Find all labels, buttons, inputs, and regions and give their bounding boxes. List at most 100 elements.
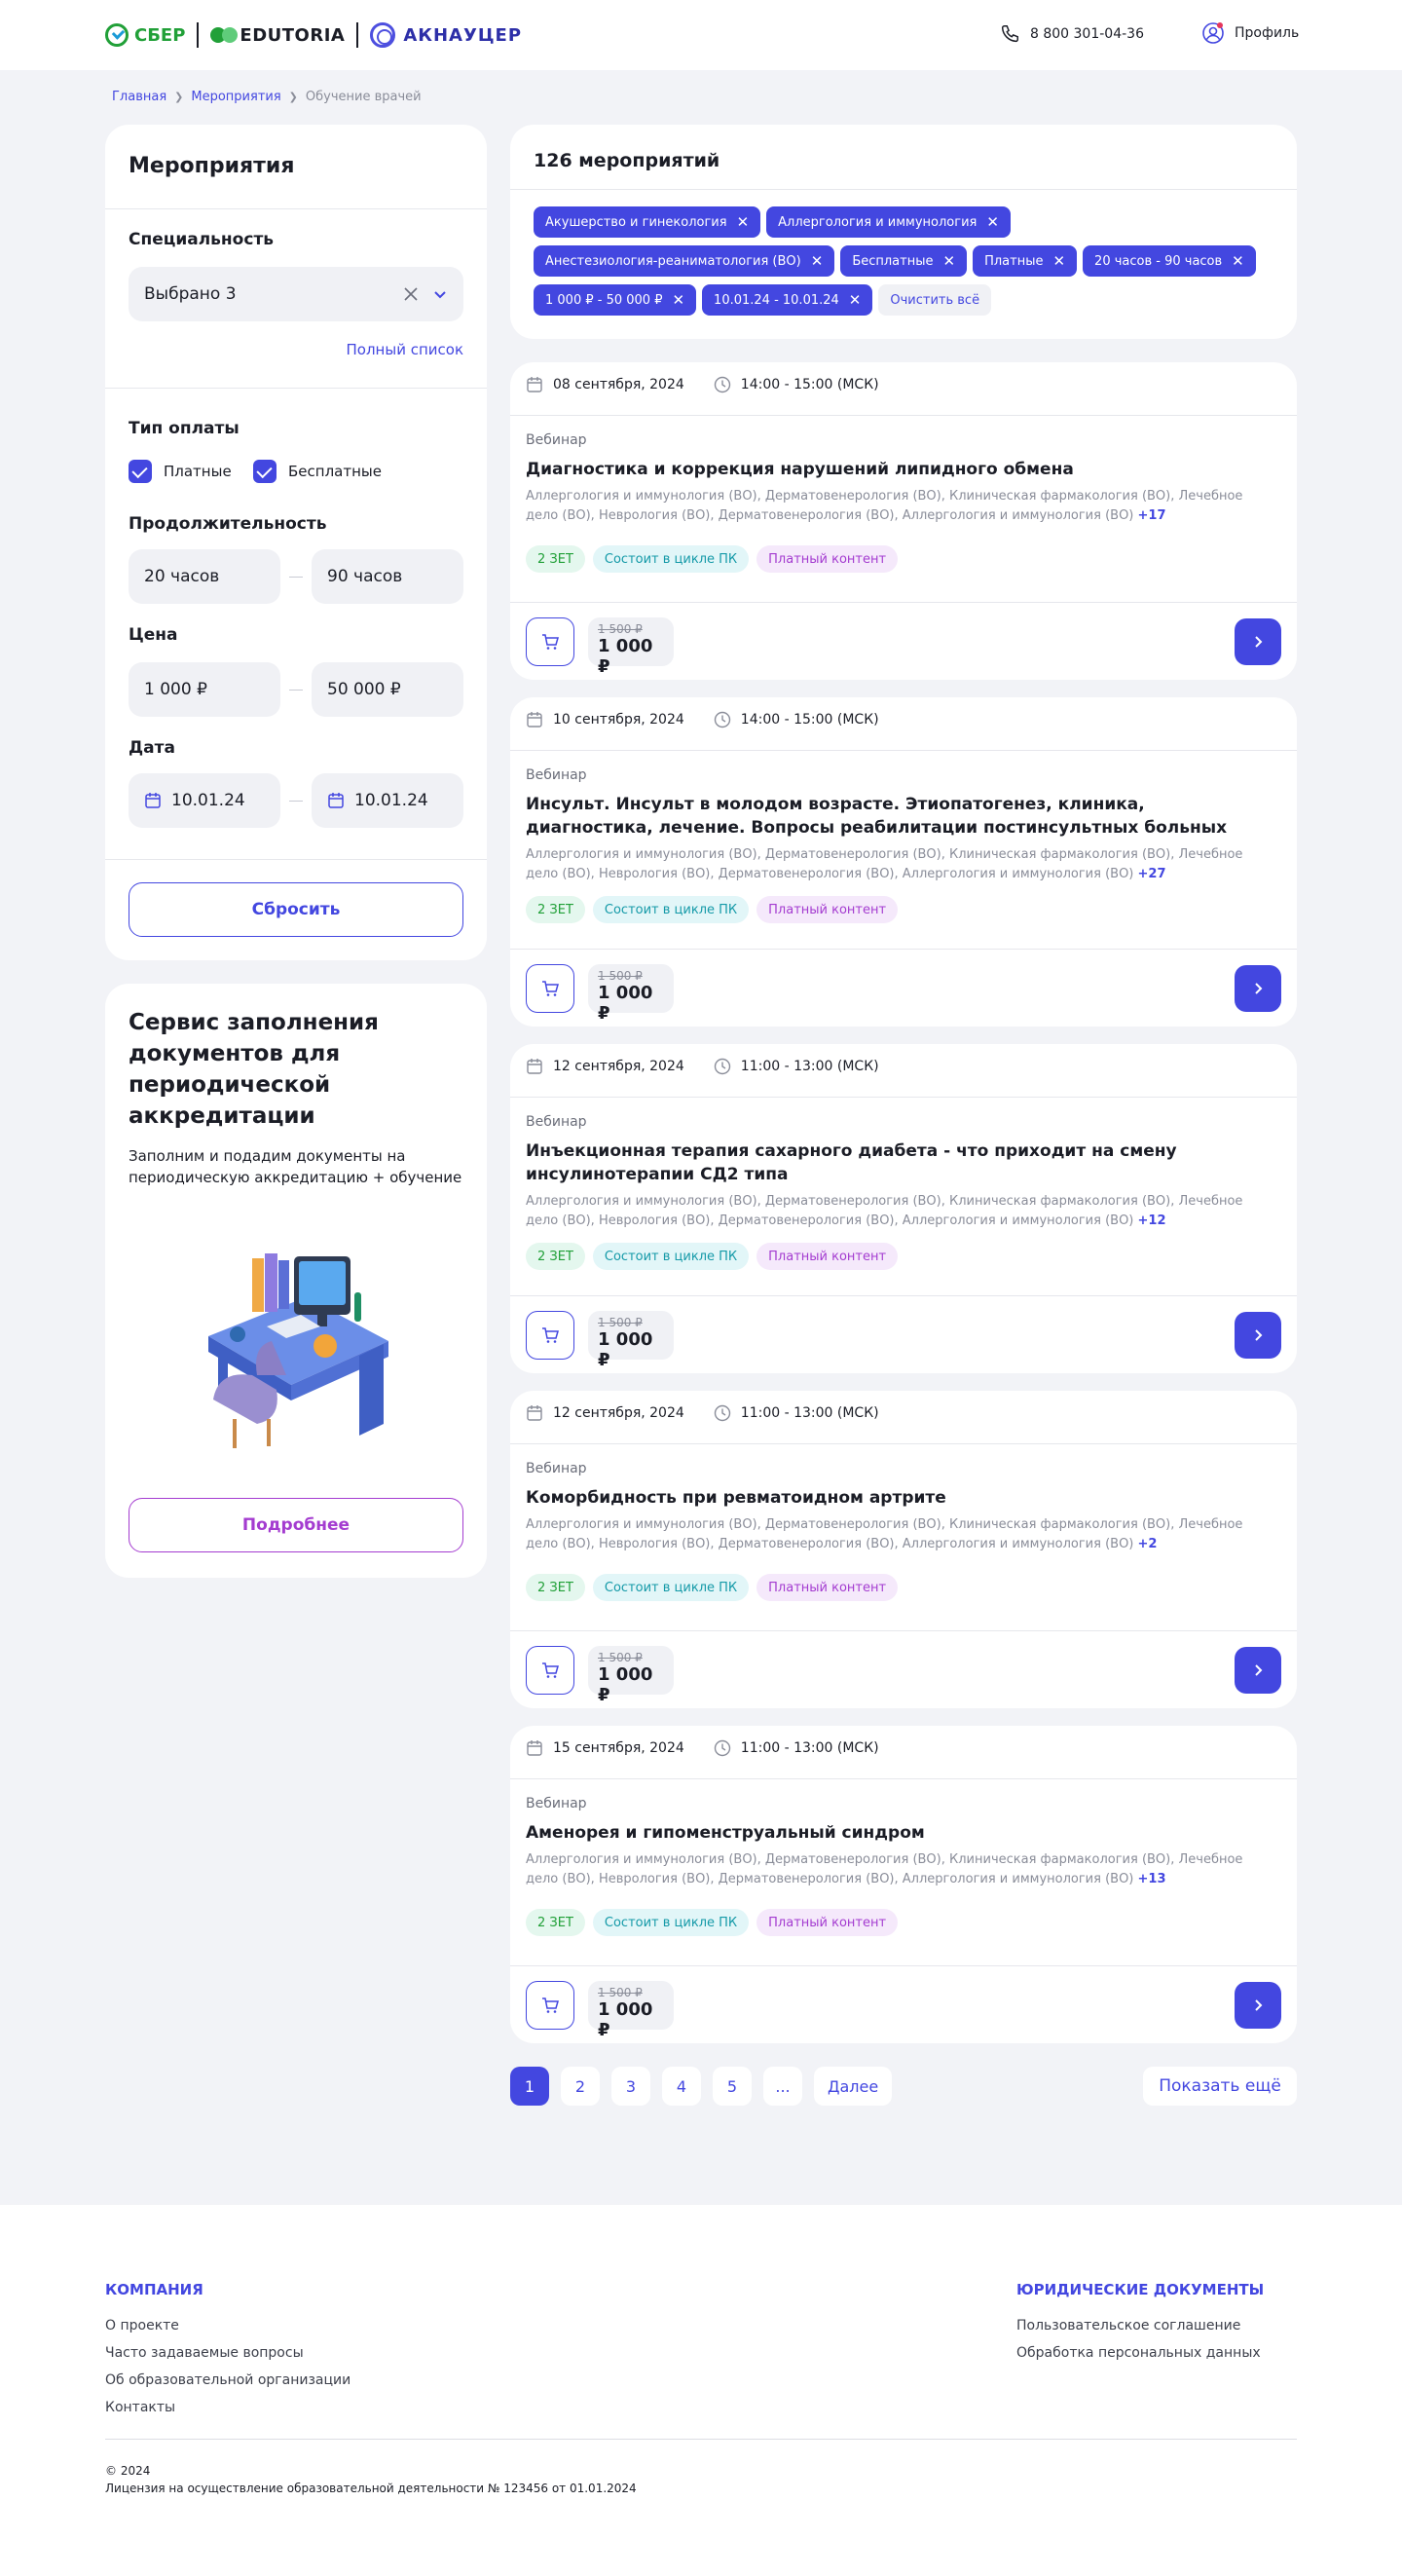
event-title[interactable]: Коморбидность при ревматоидном артрите (526, 1486, 1275, 1510)
footer-link[interactable]: Пользовательское соглашение (1016, 2318, 1240, 2333)
aknaucer-logo[interactable]: АКНАУЦЕР (370, 22, 522, 48)
cycle-tag: Состоит в цикле ПК (592, 1243, 750, 1270)
footer-link[interactable]: Контакты (105, 2400, 175, 2415)
close-icon[interactable]: ✕ (1232, 253, 1244, 269)
filter-chip[interactable]: Анестезиология-реаниматология (ВО) ✕ (534, 245, 835, 277)
close-icon[interactable]: ✕ (811, 253, 824, 269)
event-card[interactable]: 12 сентября, 2024 11:00 - 13:00 (МСК) Веби… (510, 1391, 1297, 1708)
range-dash (289, 577, 303, 578)
page-button[interactable]: 3 (611, 2067, 650, 2106)
date-to-input[interactable]: 10.01.24 (312, 773, 463, 828)
checkbox-checked-icon (129, 460, 152, 483)
price-from-input[interactable]: 1 000 ₽ (129, 662, 280, 717)
open-event-button[interactable] (1235, 1312, 1281, 1359)
paid-content-tag: Платный контент (756, 1909, 899, 1936)
old-price: 1 500 ₽ (598, 1316, 643, 1329)
event-title[interactable]: Аменорея и гипоменструальный синдром (526, 1821, 1275, 1845)
specialities-more[interactable]: +27 (1138, 867, 1166, 881)
duration-to-input[interactable]: 90 часов (312, 549, 463, 604)
filter-chip[interactable]: Акушерство и гинекология ✕ (534, 206, 761, 238)
chevron-right-icon (1255, 1329, 1263, 1341)
cart-icon (542, 1327, 559, 1343)
event-card[interactable]: 15 сентября, 2024 11:00 - 13:00 (МСК) Веби… (510, 1726, 1297, 2043)
footer-link[interactable]: Часто задаваемые вопросы (105, 2345, 304, 2361)
close-icon[interactable]: ✕ (849, 292, 862, 308)
price-to-input[interactable]: 50 000 ₽ (312, 662, 463, 717)
open-event-button[interactable] (1235, 1647, 1281, 1694)
event-tags: 2 ЗЕТ Состоит в цикле ПК Платный контент (526, 545, 899, 573)
event-title[interactable]: Диагностика и коррекция нарушений липидн… (526, 458, 1275, 481)
event-card[interactable]: 12 сентября, 2024 11:00 - 13:00 (МСК) Веби… (510, 1044, 1297, 1373)
footer-link[interactable]: Обработка персональных данных (1016, 2345, 1261, 2361)
filter-chip[interactable]: 10.01.24 - 10.01.24 ✕ (702, 284, 873, 316)
add-to-cart-button[interactable] (526, 1646, 574, 1695)
paid-checkbox[interactable]: Платные (129, 460, 232, 483)
close-icon[interactable]: ✕ (672, 292, 684, 308)
full-list-link[interactable]: Полный список (347, 341, 464, 358)
event-time: 14:00 - 15:00 (МСК) (740, 712, 879, 728)
divider (510, 750, 1297, 751)
range-dash (289, 801, 303, 802)
next-page-button[interactable]: Далее (814, 2067, 893, 2106)
filter-chip[interactable]: Аллергология и иммунология ✕ (766, 206, 1011, 238)
event-card[interactable]: 08 сентября, 2024 14:00 - 15:00 (МСК) Веби… (510, 362, 1297, 680)
open-event-button[interactable] (1235, 618, 1281, 665)
filter-chip[interactable]: 1 000 ₽ - 50 000 ₽ ✕ (534, 284, 697, 316)
page-button[interactable]: 4 (662, 2067, 701, 2106)
close-icon[interactable]: ✕ (943, 253, 956, 269)
breadcrumb-events[interactable]: Мероприятия (191, 90, 280, 104)
add-to-cart-button[interactable] (526, 964, 574, 1013)
free-checkbox[interactable]: Бесплатные (253, 460, 382, 483)
add-to-cart-button[interactable] (526, 1311, 574, 1360)
specialities-more[interactable]: +2 (1138, 1537, 1158, 1551)
reset-button[interactable]: Сбросить (129, 882, 463, 937)
open-event-button[interactable] (1235, 1982, 1281, 2029)
add-to-cart-button[interactable] (526, 617, 574, 666)
footer: КОМПАНИЯ О проекте Часто задаваемые вопр… (0, 2205, 1402, 2576)
footer-link[interactable]: О проекте (105, 2318, 179, 2333)
chevron-down-icon[interactable] (432, 286, 448, 302)
filter-chip[interactable]: Платные ✕ (973, 245, 1078, 277)
sber-logo-text: СБЕР (134, 24, 186, 46)
sber-logo[interactable]: СБЕР (105, 23, 185, 47)
credits-tag: 2 ЗЕТ (526, 1574, 585, 1601)
clock-icon (714, 1404, 730, 1422)
page-button[interactable]: 1 (510, 2067, 549, 2106)
close-icon[interactable]: ✕ (986, 214, 999, 230)
close-icon[interactable]: ✕ (1052, 253, 1065, 269)
date-label: Дата (129, 738, 175, 758)
filter-chip[interactable]: Бесплатные ✕ (840, 245, 968, 277)
clear-all-button[interactable]: Очистить всё (878, 284, 992, 316)
cycle-tag: Состоит в цикле ПК (592, 896, 750, 923)
filter-chip[interactable]: 20 часов - 90 часов ✕ (1083, 245, 1256, 277)
event-title[interactable]: Инъекционная терапия сахарного диабета -… (526, 1139, 1275, 1186)
footer-link[interactable]: Об образовательной организации (105, 2372, 350, 2388)
event-card[interactable]: 10 сентября, 2024 14:00 - 15:00 (МСК) Веби… (510, 697, 1297, 1027)
event-type: Вебинар (526, 767, 587, 783)
specialities-more[interactable]: +17 (1138, 508, 1166, 523)
breadcrumb-home[interactable]: Главная (112, 90, 166, 104)
speciality-select[interactable]: Выбрано 3 (129, 267, 463, 321)
profile-link[interactable]: Профиль (1201, 21, 1299, 45)
credits-tag: 2 ЗЕТ (526, 1243, 585, 1270)
header-phone[interactable]: 8 800 301-04-36 (999, 23, 1144, 45)
promo-more-button[interactable]: Подробнее (129, 1498, 463, 1552)
show-more-button[interactable]: Показать ещё (1143, 2067, 1297, 2106)
event-date: 10 сентября, 2024 (553, 712, 684, 728)
specialities-more[interactable]: +13 (1138, 1872, 1166, 1886)
edutoria-logo[interactable]: EDUTORIA (210, 25, 345, 46)
close-icon[interactable]: ✕ (737, 214, 750, 230)
event-title[interactable]: Инсульт. Инсульт в молодом возрасте. Эти… (526, 793, 1275, 840)
cycle-tag: Состоит в цикле ПК (592, 545, 750, 573)
open-event-button[interactable] (1235, 965, 1281, 1012)
page-button[interactable]: 2 (561, 2067, 600, 2106)
date-from-input[interactable]: 10.01.24 (129, 773, 280, 828)
logos: СБЕР EDUTORIA АКНАУЦЕР (105, 0, 522, 70)
duration-from-input[interactable]: 20 часов (129, 549, 280, 604)
close-icon[interactable] (403, 286, 419, 302)
divider (105, 388, 487, 389)
page-button[interactable]: 5 (713, 2067, 752, 2106)
specialities-more[interactable]: +12 (1138, 1213, 1166, 1228)
workplace-illustration (208, 1253, 388, 1448)
add-to-cart-button[interactable] (526, 1981, 574, 2030)
